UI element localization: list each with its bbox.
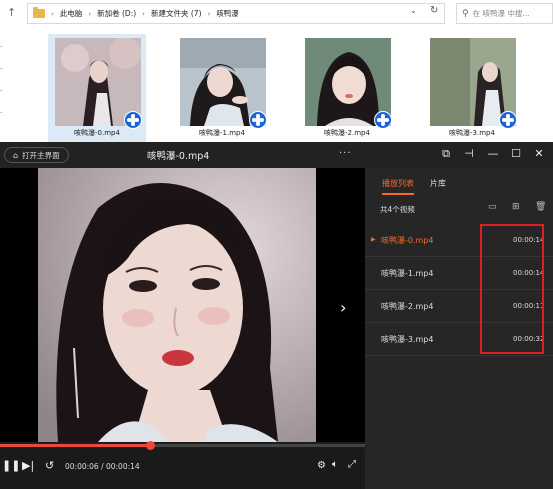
file-item[interactable]: 咳鸭瀑-1.mp4 — [173, 34, 271, 142]
volume-icon[interactable]: 🔈︎ — [332, 459, 338, 470]
video-badge-icon — [374, 111, 392, 129]
breadcrumb-folder[interactable]: 新建文件夹 (7) — [151, 8, 202, 19]
more-icon[interactable]: ··· — [339, 148, 352, 159]
open-home-label: 打开主界面 — [22, 150, 60, 160]
minimize-icon[interactable]: — — [485, 147, 501, 160]
search-input[interactable]: ⚲ 在 咳鸭瀑 中搜... — [456, 3, 553, 24]
pin-icon[interactable]: ⊣ — [461, 147, 477, 160]
video-badge-icon — [124, 111, 142, 129]
playlist-item-name: 咳鸭瀑-0.mp4 — [381, 236, 434, 245]
nav-item[interactable]: · — [0, 58, 10, 80]
file-name: 咳鸭瀑-1.mp4 — [199, 129, 245, 137]
video-player-window: ⌂ 打开主界面 咳鸭瀑-0.mp4 ··· ⧉ ⊣ — ☐ ✕ › ❚❚ ▶| … — [0, 142, 553, 489]
playing-indicator-icon: ▶ — [371, 236, 376, 243]
loop-icon[interactable]: ↺ — [45, 459, 54, 472]
playlist-item-name: 咳鸭瀑-2.mp4 — [381, 302, 434, 311]
close-icon[interactable]: ✕ — [531, 147, 547, 160]
address-bar[interactable]: › 此电脑 › 新加卷 (D:) › 新建文件夹 (7) › 咳鸭瀑 — [27, 3, 445, 24]
open-home-button[interactable]: ⌂ 打开主界面 — [4, 147, 69, 163]
video-viewport[interactable]: › — [0, 168, 365, 442]
playlist-item-name: 咳鸭瀑-1.mp4 — [381, 269, 434, 278]
next-track-icon[interactable]: ▶| — [22, 459, 34, 472]
breadcrumb-current[interactable]: 咳鸭瀑 — [216, 8, 239, 19]
video-badge-icon — [249, 111, 267, 129]
settings-icon[interactable]: ⚙ — [317, 460, 326, 471]
nav-item[interactable]: · — [0, 80, 10, 102]
breadcrumb-this-pc[interactable]: 此电脑 — [60, 8, 83, 19]
progress-bar[interactable] — [0, 441, 365, 450]
chevron-right-icon: › — [142, 9, 145, 18]
chevron-right-icon: › — [51, 9, 54, 18]
search-placeholder: 在 咳鸭瀑 中搜... — [472, 9, 530, 18]
time-display: 00:00:06 / 00:00:14 — [65, 462, 140, 471]
file-name: 咳鸭瀑-2.mp4 — [324, 129, 370, 137]
add-folder-icon[interactable]: ⊞ — [512, 202, 520, 212]
fullscreen-icon[interactable]: ⤢ — [348, 459, 356, 470]
file-name: 咳鸭瀑-3.mp4 — [449, 129, 495, 137]
delete-icon[interactable]: 🗑︎ — [535, 202, 546, 212]
refresh-icon[interactable]: ↻ — [430, 5, 438, 16]
video-count: 共4个视频 — [380, 205, 415, 214]
video-title: 咳鸭瀑-0.mp4 — [147, 151, 210, 162]
maximize-icon[interactable]: ☐ — [508, 147, 524, 160]
folder-icon — [33, 7, 45, 18]
up-arrow-icon[interactable]: ↑ — [7, 6, 21, 20]
file-item[interactable]: 咳鸭瀑-3.mp4 — [423, 34, 521, 142]
picture-in-picture-icon[interactable]: ⧉ — [438, 147, 454, 161]
file-explorer: ↑ › 此电脑 › 新加卷 (D:) › 新建文件夹 (7) › 咳鸭瀑 ⌄ ↻… — [0, 0, 553, 142]
breadcrumb-drive[interactable]: 新加卷 (D:) — [97, 8, 136, 19]
nav-item[interactable]: · — [0, 36, 10, 58]
playlist-panel: 播放列表 片库 共4个视频 ▭ ⊞ 🗑︎ ▶ 咳鸭瀑-0.mp4 00:00:1… — [365, 168, 553, 489]
playlist-item-name: 咳鸭瀑-3.mp4 — [381, 335, 434, 344]
tab-playlist[interactable]: 播放列表 — [382, 178, 414, 195]
chevron-down-icon[interactable]: ⌄ — [410, 6, 417, 15]
chevron-right-icon: › — [88, 9, 92, 18]
tab-library[interactable]: 片库 — [430, 178, 446, 195]
file-name: 咳鸭瀑-0.mp4 — [74, 129, 120, 137]
nav-item[interactable]: · — [0, 102, 10, 124]
file-item[interactable]: 咳鸭瀑-0.mp4 — [48, 34, 146, 142]
progress-handle[interactable] — [145, 441, 155, 450]
control-bar: ❚❚ ▶| ↺ 00:00:06 / 00:00:14 ⚙ 🔈︎ ⤢ — [0, 450, 365, 489]
next-arrow-icon[interactable]: › — [340, 298, 346, 317]
address-row: ↑ › 此电脑 › 新加卷 (D:) › 新建文件夹 (7) › 咳鸭瀑 ⌄ ↻… — [0, 0, 553, 28]
highlight-box — [480, 224, 544, 354]
video-frame — [38, 168, 316, 442]
pause-icon[interactable]: ❚❚ — [2, 459, 20, 472]
video-badge-icon — [499, 111, 517, 129]
nav-pane: · · · · — [0, 36, 10, 136]
open-folder-icon[interactable]: ▭ — [488, 202, 497, 212]
playlist-tabs: 播放列表 片库 — [382, 178, 446, 195]
search-icon: ⚲ — [462, 8, 469, 19]
file-item[interactable]: 咳鸭瀑-2.mp4 — [298, 34, 396, 142]
title-bar[interactable]: ⌂ 打开主界面 咳鸭瀑-0.mp4 ··· ⧉ ⊣ — ☐ ✕ — [0, 142, 553, 168]
home-icon: ⌂ — [13, 150, 19, 160]
progress-fill — [0, 444, 150, 447]
chevron-right-icon: › — [207, 9, 211, 18]
